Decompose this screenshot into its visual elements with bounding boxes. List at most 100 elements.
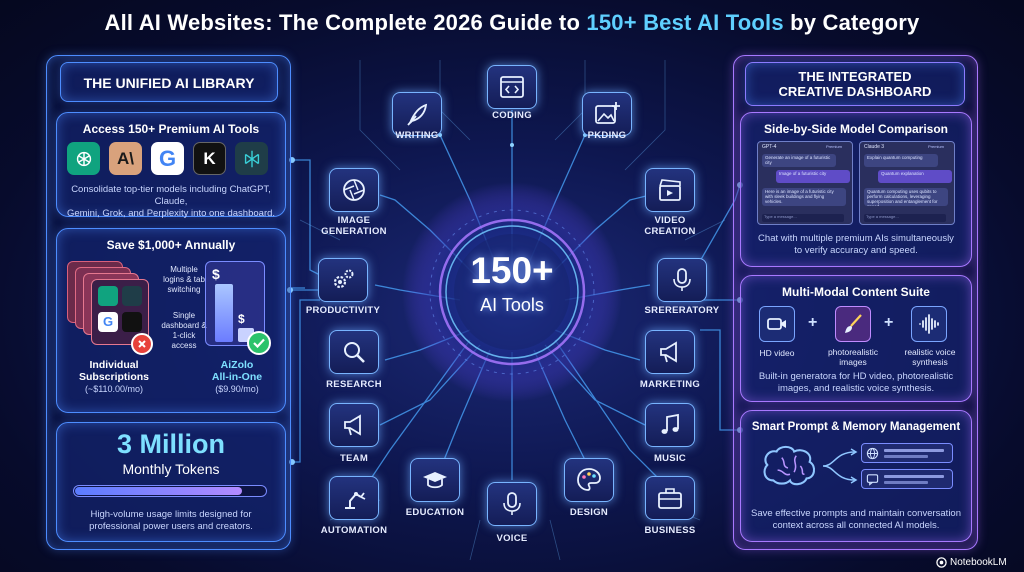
aizolo-label: AiZolo All-in-One ($9.90/mo): [211, 359, 263, 394]
access-heading: Access 150+ Premium AI Tools: [82, 122, 260, 136]
access-description: Consolidate top-tier models including Ch…: [66, 184, 276, 219]
waveform-icon: [919, 314, 939, 334]
music-node[interactable]: [645, 403, 695, 447]
robot-arm-icon: [345, 492, 366, 509]
video-creation-label: VIDEO CREATION: [644, 215, 696, 237]
tokens-description: High-volume usage limits designed for pro…: [89, 509, 253, 532]
pkding-label: PKDING: [587, 130, 627, 141]
marketing-node[interactable]: [645, 330, 695, 374]
video-creation-node[interactable]: [645, 168, 695, 212]
palette-icon: [577, 468, 601, 491]
business-node[interactable]: [645, 476, 695, 520]
coding-label: CODING: [492, 110, 532, 121]
research-label: RESEARCH: [326, 379, 382, 390]
automation-label: AUTOMATION: [320, 525, 388, 536]
education-node[interactable]: [410, 458, 460, 502]
chatgpt-logo: [67, 142, 100, 175]
multimodal-card: Multi-Modal Content Suite + + HD video p…: [740, 275, 972, 402]
megaphone-icon: [344, 414, 361, 436]
design-node[interactable]: [564, 458, 614, 502]
tokens-card: 3 Million Monthly Tokens High-volume usa…: [56, 422, 286, 542]
anthropic-logo: A\: [109, 142, 142, 175]
image-generation-node[interactable]: [329, 168, 379, 212]
tokens-big: 3 Million: [117, 429, 225, 459]
unified-library-header: THE UNIFIED AI LIBRARY: [60, 62, 278, 102]
aperture-icon: [343, 179, 365, 201]
video-camera-card: [759, 306, 795, 342]
hub-sub-text: AI Tools: [480, 295, 544, 315]
individual-subscriptions-label: Individual Subscriptions (~$110.00/mo): [78, 359, 149, 394]
brain-icon: [763, 445, 816, 486]
voice-synthesis-label: realistic voice synthesis: [904, 347, 956, 367]
paintbrush-card: [835, 306, 871, 342]
code-window-icon: [500, 76, 524, 98]
savings-card: Save $1,000+ Annually G Multiple logins &…: [56, 228, 286, 413]
paintbrush-icon: [845, 314, 862, 333]
x-mark-icon: [131, 333, 153, 355]
multimodal-heading: Multi-Modal Content Suite: [782, 285, 930, 299]
briefcase-icon: [658, 488, 682, 509]
srereatory-label: SRERERATORY: [644, 305, 720, 316]
memory-card: Smart Prompt & Memory Management Save ef…: [740, 410, 972, 542]
image-plus-icon: [595, 102, 620, 124]
tokens-progress-bar: [73, 485, 267, 497]
writing-label: WRITING: [395, 130, 439, 141]
megaphone-icon: [660, 341, 677, 363]
feather-icon: [407, 103, 428, 126]
access-tools-card: Access 150+ Premium AI Tools A\ G K Cons…: [56, 112, 286, 219]
team-node[interactable]: [329, 403, 379, 447]
education-label: EDUCATION: [405, 507, 465, 518]
hub-big-text: 150+: [470, 250, 554, 291]
hd-video-label: HD video: [759, 348, 795, 358]
music-label: MUSIC: [653, 453, 687, 464]
google-logo: G: [151, 142, 184, 175]
gpt4-chat-window: GPT-4 Premium Generate an image of a fut…: [757, 141, 853, 225]
productivity-node[interactable]: [318, 258, 368, 302]
video-camera-icon: [767, 318, 786, 330]
image-generation-label: IMAGE GENERATION: [321, 215, 387, 237]
claude-chat-window: Claude 3 Premium Explain quantum computi…: [859, 141, 955, 225]
gears-icon: [333, 269, 354, 289]
connector-arrows: [822, 448, 858, 484]
memory-description: Save effective prompts and maintain conv…: [751, 508, 961, 531]
plus-1: +: [808, 314, 818, 331]
saved-prompt-item-2[interactable]: [861, 469, 953, 489]
marketing-label: MARKETING: [639, 379, 701, 390]
dashboard-header: THE INTEGRATED CREATIVE DASHBOARD: [745, 62, 965, 106]
automation-node[interactable]: [329, 476, 379, 520]
design-label: DESIGN: [569, 507, 609, 518]
team-label: TEAM: [339, 453, 369, 464]
perplexity-logo: [235, 142, 268, 175]
clapperboard-icon: [659, 179, 681, 201]
watermark: NotebookLM: [936, 555, 1007, 569]
tokens-sub: Monthly Tokens: [122, 461, 220, 477]
research-node[interactable]: [329, 330, 379, 374]
memory-heading: Smart Prompt & Memory Management: [751, 421, 961, 433]
music-note-icon: [661, 413, 679, 434]
globe-icon: [866, 447, 879, 460]
photorealistic-label: photorealistic images: [827, 347, 879, 367]
model-comparison-card: Side-by-Side Model Comparison GPT-4 Prem…: [740, 112, 972, 267]
voice-label: VOICE: [496, 533, 528, 544]
saved-prompt-item-1[interactable]: [861, 443, 953, 463]
waveform-card: [911, 306, 947, 342]
graduation-cap-icon: [423, 472, 447, 489]
comparison-heading: Side-by-Side Model Comparison: [763, 122, 949, 136]
magnifier-icon: [344, 342, 365, 363]
microphone-icon: [673, 268, 691, 291]
business-label: BUSINESS: [644, 525, 696, 536]
savings-heading: Save $1,000+ Annually: [106, 238, 236, 252]
voice-node[interactable]: [487, 482, 537, 526]
microphone-icon: [503, 492, 521, 515]
productivity-label: PRODUCTIVITY: [305, 305, 381, 316]
plus-2: +: [884, 314, 894, 331]
check-mark-icon: [247, 331, 271, 355]
srereatory-node[interactable]: [657, 258, 707, 302]
multimodal-description: Built-in generatora for HD video, photor…: [758, 371, 954, 394]
grok-logo: K: [193, 142, 226, 175]
notebooklm-logo-icon: [936, 556, 947, 568]
chat-bubble-icon: [866, 474, 879, 486]
tokens-progress-fill: [75, 487, 243, 495]
coding-node[interactable]: [487, 65, 537, 109]
comparison-description: Chat with multiple premium AIs simultane…: [758, 233, 954, 256]
